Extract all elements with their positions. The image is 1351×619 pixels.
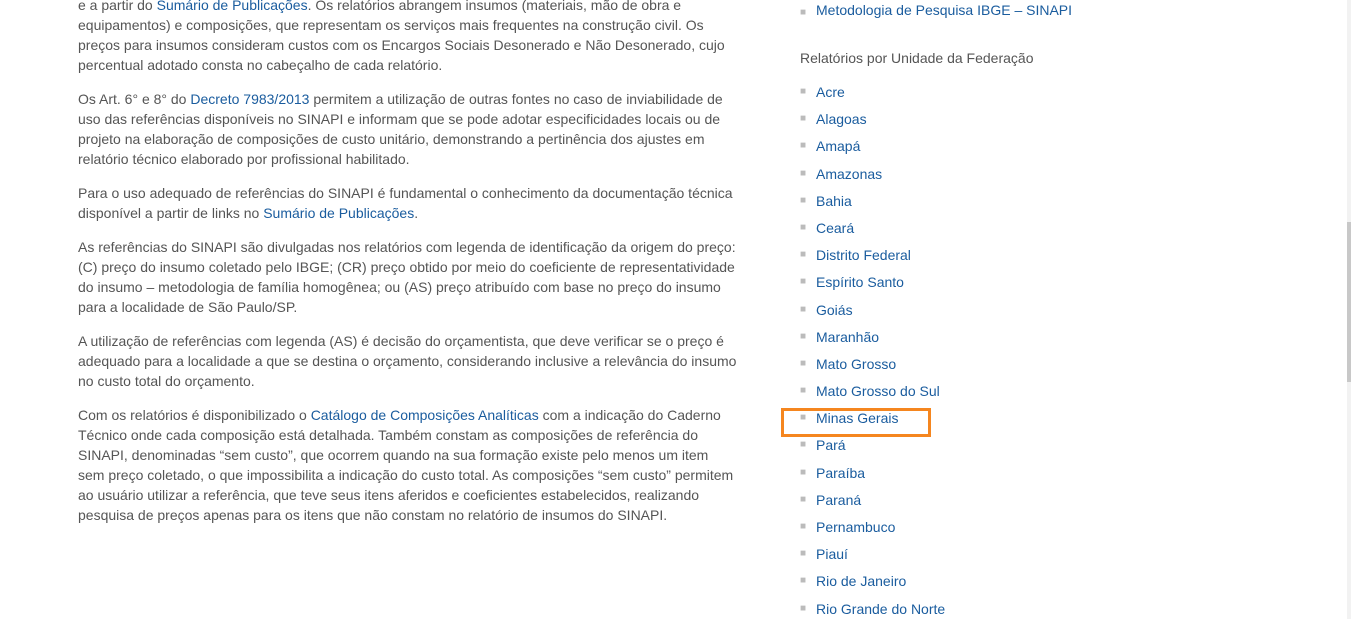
paragraph-5: A utilização de referências com legenda … [78,331,738,391]
state-link[interactable]: Pará [816,437,846,453]
paragraph-6: Com os relatórios é disponibilizado o Ca… [78,405,738,525]
sumario-publicacoes-link[interactable]: Sumário de Publicações [157,0,308,13]
state-link[interactable]: Paraíba [816,465,865,481]
state-link[interactable]: Maranhão [816,329,879,345]
state-link[interactable]: Alagoas [816,111,867,127]
sidebar: ■ Metodologia de Pesquisa IBGE – SINAPI R… [800,0,1100,619]
list-item: ■ Amapá [800,136,1100,156]
bullet-icon: ■ [800,466,807,478]
list-item: ■ Acre [800,82,1100,102]
bullet-icon: ■ [800,575,807,587]
metodologia-ibge-link[interactable]: Metodologia de Pesquisa IBGE – SINAPI [816,2,1072,18]
bullet-icon: ■ [800,276,807,288]
sumario-publicacoes-link-2[interactable]: Sumário de Publicações [263,205,414,221]
paragraph-1: e a partir do Sumário de Publicações. Os… [78,0,738,75]
paragraph-text: com a indicação do Caderno Técnico onde … [78,407,734,523]
state-link[interactable]: Bahia [816,193,852,209]
list-item: ■ Maranhão [800,327,1100,347]
list-item: ■ Pará [800,435,1100,455]
list-item: ■ Bahia [800,191,1100,211]
scrollbar-thumb[interactable] [1347,222,1351,382]
list-item: ■ Mato Grosso do Sul [800,381,1100,401]
bullet-icon: ■ [800,439,807,451]
main-content: e a partir do Sumário de Publicações. Os… [78,0,738,539]
state-list: ■ Acre ■ Alagoas ■ Amapá ■ Amazonas ■ Bahia ■ Ceará… [800,82,1100,619]
paragraph-text: . [414,205,419,221]
bullet-icon: ■ [800,303,807,315]
list-item: ■ Rio Grande do Norte [800,599,1100,619]
bullet-icon: ■ [800,7,807,18]
state-link[interactable]: Minas Gerais [816,410,898,426]
state-link[interactable]: Amazonas [816,166,882,182]
bullet-icon: ■ [800,194,807,206]
paragraph-text: Com os relatórios é disponibilizado o [78,407,311,423]
list-item: ■ Paraná [800,490,1100,510]
list-item: ■ Espírito Santo [800,272,1100,292]
state-link[interactable]: Pernambuco [816,519,895,535]
paragraph-text: As referências do SINAPI são divulgadas … [78,239,736,315]
paragraph-text: Os Art. 6° e 8° do [78,91,191,107]
bullet-icon: ■ [800,140,807,152]
bullet-icon: ■ [800,602,807,614]
state-link[interactable]: Rio Grande do Norte [816,601,945,617]
state-link[interactable]: Mato Grosso do Sul [816,383,940,399]
state-link[interactable]: Espírito Santo [816,274,904,290]
catalogo-composicoes-link[interactable]: Catálogo de Composições Analíticas [311,407,539,423]
bullet-icon: ■ [800,357,807,369]
scrollbar[interactable] [1347,0,1351,619]
state-link[interactable]: Amapá [816,138,860,154]
sidebar-top-item: ■ Metodologia de Pesquisa IBGE – SINAPI [800,0,1100,23]
paragraph-text: A utilização de referências com legenda … [78,333,737,389]
list-item: ■ Minas Gerais [800,408,1100,428]
list-item: ■ Distrito Federal [800,245,1100,265]
paragraph-text: e a partir do [78,0,157,13]
bullet-icon: ■ [800,249,807,261]
bullet-icon: ■ [800,221,807,233]
list-item: ■ Piauí [800,544,1100,564]
list-item: ■ Pernambuco [800,517,1100,537]
decreto-link[interactable]: Decreto 7983/2013 [190,91,309,107]
bullet-icon: ■ [800,385,807,397]
list-item: ■ Paraíba [800,463,1100,483]
state-link[interactable]: Rio de Janeiro [816,573,906,589]
bullet-icon: ■ [800,493,807,505]
bullet-icon: ■ [800,113,807,125]
list-item: ■ Ceará [800,218,1100,238]
list-item: ■ Rio de Janeiro [800,571,1100,591]
list-item: ■ Alagoas [800,109,1100,129]
bullet-icon: ■ [800,167,807,179]
bullet-icon: ■ [800,86,807,97]
state-link[interactable]: Goiás [816,302,853,318]
paragraph-4: As referências do SINAPI são divulgadas … [78,237,738,317]
sidebar-heading: Relatórios por Unidade da Federação [800,50,1034,66]
paragraph-2: Os Art. 6° e 8° do Decreto 7983/2013 per… [78,89,738,169]
list-item: ■ Amazonas [800,164,1100,184]
bullet-icon: ■ [800,412,807,424]
state-link[interactable]: Acre [816,84,845,100]
state-link[interactable]: Piauí [816,546,848,562]
paragraph-3: Para o uso adequado de referências do SI… [78,183,738,223]
bullet-icon: ■ [800,330,807,342]
list-item: ■ Mato Grosso [800,354,1100,374]
state-link[interactable]: Ceará [816,220,854,236]
state-link[interactable]: Distrito Federal [816,247,911,263]
state-link[interactable]: Paraná [816,492,861,508]
state-link[interactable]: Mato Grosso [816,356,896,372]
bullet-icon: ■ [800,521,807,532]
list-item: ■ Goiás [800,300,1100,320]
bullet-icon: ■ [800,548,807,560]
